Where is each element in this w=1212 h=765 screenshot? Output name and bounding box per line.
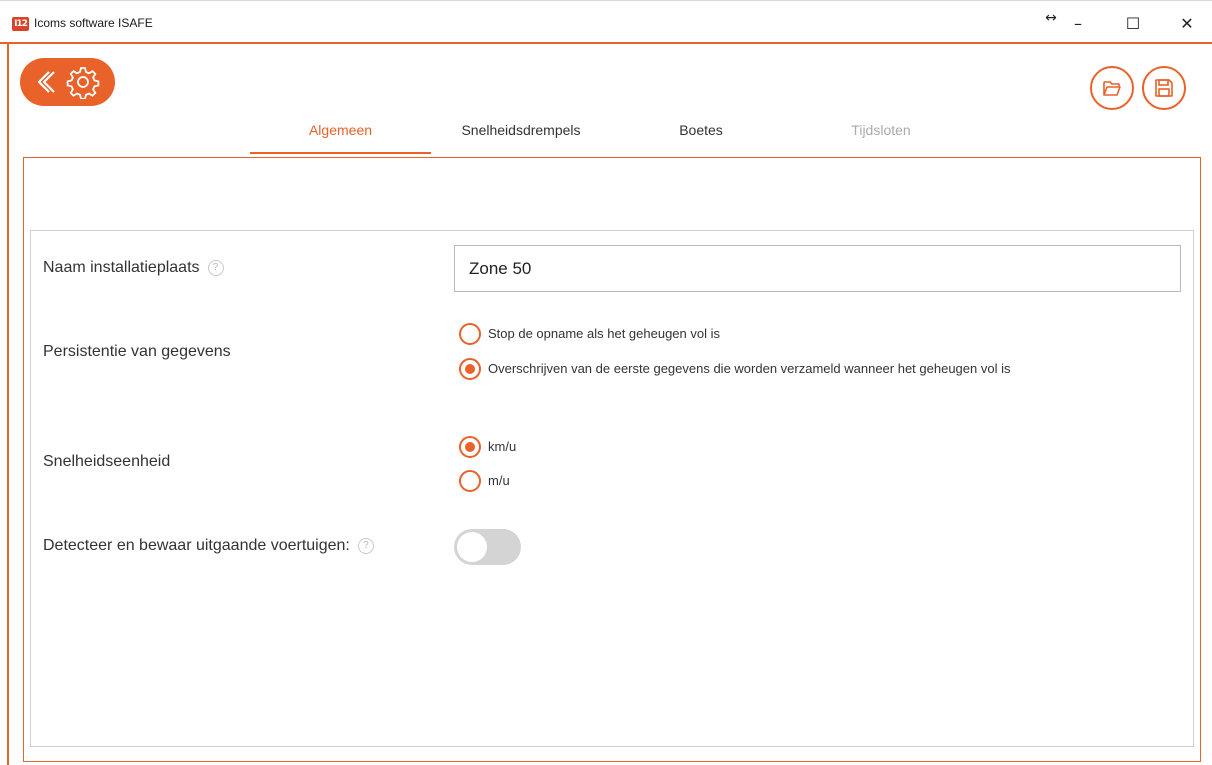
- radio-dot: [465, 364, 475, 374]
- radio-button[interactable]: [459, 470, 481, 492]
- chevron-left-icon: [37, 71, 55, 93]
- radio-label: Overschrijven van de eerste gegevens die…: [488, 361, 1011, 376]
- persistence-label: Persistentie van gegevens: [43, 343, 231, 360]
- back-settings-button[interactable]: [20, 58, 115, 106]
- title-bar: I12 Icoms software ISAFE ↔ – ☐ ✕: [0, 0, 1212, 44]
- window-border: [7, 44, 9, 765]
- app-logo-icon: I12: [12, 17, 29, 31]
- resize-icon[interactable]: ↔: [1036, 7, 1066, 29]
- save-button[interactable]: [1142, 66, 1186, 110]
- maximize-button[interactable]: ☐: [1118, 13, 1148, 35]
- minimize-button[interactable]: –: [1063, 13, 1093, 35]
- radio-label: m/u: [488, 473, 510, 488]
- outgoing-vehicles-row: Detecteer en bewaar uitgaande voertuigen…: [43, 537, 374, 555]
- radio-label: km/u: [488, 439, 517, 454]
- gear-icon: [66, 67, 100, 99]
- location-name-input[interactable]: [454, 245, 1181, 292]
- radio-button[interactable]: [459, 323, 481, 345]
- toggle-knob: [457, 532, 487, 562]
- help-icon[interactable]: ?: [207, 259, 224, 276]
- window-title: Icoms software ISAFE: [34, 16, 153, 30]
- location-name-label: Naam installatieplaats: [43, 259, 200, 276]
- app-window: I12 Icoms software ISAFE ↔ – ☐ ✕ Algemee…: [0, 0, 1212, 765]
- settings-form: [30, 230, 1194, 747]
- save-icon: [1155, 79, 1173, 97]
- close-button[interactable]: ✕: [1172, 13, 1202, 35]
- speed-unit-label: Snelheidseenheid: [43, 453, 171, 470]
- radio-label: Stop de opname als het geheugen vol is: [488, 326, 721, 341]
- tab-tijdsloten: Tijdsloten: [851, 122, 911, 138]
- open-file-button[interactable]: [1090, 66, 1134, 110]
- folder-open-icon: [1103, 81, 1121, 96]
- tab-snelheidsdrempels[interactable]: Snelheidsdrempels: [431, 118, 611, 154]
- tab-boetes[interactable]: Boetes: [611, 118, 791, 154]
- outgoing-vehicles-label: Detecteer en bewaar uitgaande voertuigen…: [43, 537, 350, 554]
- location-name-row: Naam installatieplaats?: [43, 259, 224, 277]
- radio-button-selected[interactable]: [459, 358, 481, 380]
- radio-button-selected[interactable]: [459, 436, 481, 458]
- outgoing-vehicles-toggle[interactable]: [454, 529, 521, 565]
- tab-algemeen[interactable]: Algemeen: [250, 118, 431, 154]
- help-icon[interactable]: ?: [357, 537, 374, 554]
- radio-dot: [465, 442, 475, 452]
